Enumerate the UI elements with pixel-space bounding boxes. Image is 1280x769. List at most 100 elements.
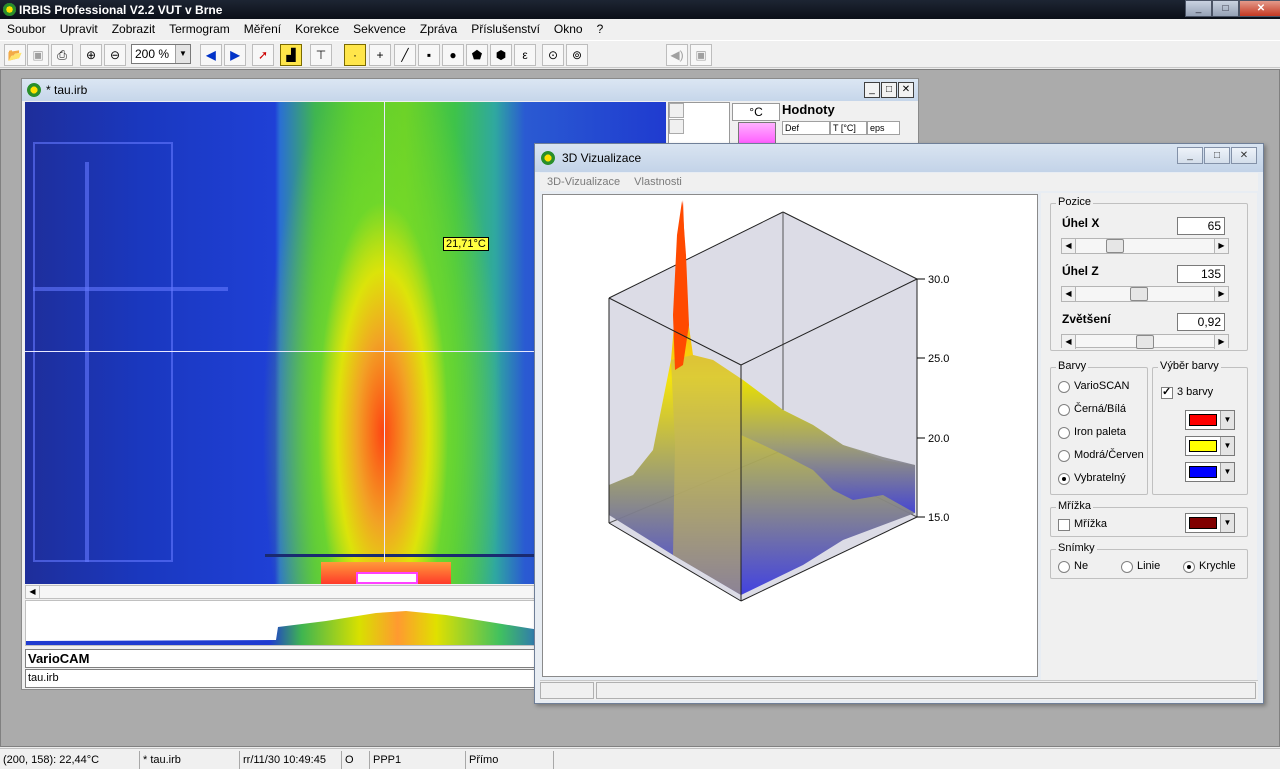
3d-plot-area[interactable]: 30.0 25.0 20.0 15.0 [542, 194, 1038, 677]
zvetseni-input[interactable]: 0,92 [1177, 313, 1225, 331]
radio-snimky-1[interactable]: Linie [1121, 560, 1160, 573]
radio-barvy-3[interactable]: Modrá/Červen [1058, 449, 1144, 462]
grid-color-select[interactable]: ▼ [1185, 513, 1235, 533]
radio-barvy-4[interactable]: Vybratelný [1058, 472, 1126, 485]
uhel-x-slider[interactable]: ◀ ▶ [1061, 238, 1229, 254]
dialog-maximize-button[interactable]: □ [1204, 147, 1230, 164]
thermogram-icon [27, 83, 41, 97]
rectangle-icon[interactable]: ▪ [418, 44, 440, 66]
uhel-z-input[interactable]: 135 [1177, 265, 1225, 283]
minimize-button[interactable]: _ [1185, 0, 1212, 17]
slider-left-icon[interactable]: ◀ [1062, 239, 1076, 253]
chevron-down-icon[interactable]: ▼ [175, 45, 190, 63]
menu-termogram[interactable]: Termogram [162, 19, 237, 40]
close-button[interactable]: ✕ [1239, 0, 1280, 17]
zoom-select[interactable]: 200 % ▼ [131, 44, 191, 64]
prev-frame-icon[interactable]: ◀ [200, 44, 222, 66]
dialog-titlebar[interactable]: 3D Vizualizace _ □ ✕ [535, 144, 1263, 172]
child-maximize-button[interactable]: □ [881, 82, 897, 98]
dialog-close-button[interactable]: ✕ [1231, 147, 1257, 164]
menu-mereni[interactable]: Měření [237, 19, 288, 40]
chevron-down-icon[interactable]: ▼ [1220, 514, 1234, 532]
radio-barvy-1[interactable]: Černá/Bílá [1058, 403, 1126, 416]
slider-right-icon[interactable]: ▶ [1214, 287, 1228, 301]
slider-right-icon[interactable]: ▶ [1214, 335, 1228, 349]
zoom-out-icon[interactable]: ⊖ [104, 44, 126, 66]
menu-upravit[interactable]: Upravit [53, 19, 105, 40]
color-select-3[interactable]: ▼ [1185, 462, 1235, 482]
menu-prislusenstvi[interactable]: Příslušenství [464, 19, 547, 40]
speaker-icon[interactable]: ◀) [666, 44, 688, 66]
menu-korekce[interactable]: Korekce [288, 19, 346, 40]
save-icon[interactable]: ▣ [27, 44, 49, 66]
slider-left-icon[interactable]: ◀ [1062, 287, 1076, 301]
menu-help[interactable]: ? [590, 19, 611, 40]
radio-barvy-2[interactable]: Iron paleta [1058, 426, 1126, 439]
status-datetime: rr/11/30 10:49:45 [240, 751, 342, 769]
print-icon[interactable]: ⎙ [51, 44, 73, 66]
dialog-status-cell [596, 682, 1256, 699]
background-frame-post [85, 162, 89, 562]
scale-down-button[interactable] [669, 119, 684, 134]
dialog-minimize-button[interactable]: _ [1177, 147, 1203, 164]
histogram-icon[interactable]: ▟ [280, 44, 302, 66]
maximize-button[interactable]: □ [1212, 0, 1239, 17]
menu-soubor[interactable]: Soubor [0, 19, 53, 40]
measurement-point-label[interactable]: 21,71°C [443, 237, 489, 251]
uhel-x-input[interactable]: 65 [1177, 217, 1225, 235]
control-panel: Pozice Úhel X 65 ◀ ▶ Úhel Z 135 ◀ ▶ Zvět… [1041, 193, 1257, 683]
camera-icon[interactable]: ▣ [690, 44, 712, 66]
zoom-in-icon[interactable]: ⊕ [80, 44, 102, 66]
open-folder-icon[interactable]: 📂 [4, 44, 26, 66]
search-area-icon[interactable]: ⊚ [566, 44, 588, 66]
app-title: IRBIS Professional V2.2 VUT v Brne [19, 3, 223, 17]
scale-up-button[interactable] [669, 103, 684, 118]
zvetseni-slider[interactable]: ◀ ▶ [1061, 334, 1229, 349]
next-frame-icon[interactable]: ▶ [224, 44, 246, 66]
dialog-status-cell [540, 682, 594, 699]
zvetseni-thumb[interactable] [1136, 335, 1154, 349]
crosshair-vertical[interactable] [384, 102, 385, 584]
child-close-button[interactable]: ✕ [898, 82, 914, 98]
chevron-down-icon[interactable]: ▼ [1220, 463, 1234, 481]
scroll-left-icon[interactable]: ◀ [26, 586, 40, 598]
3d-visualization-dialog: 3D Vizualizace _ □ ✕ 3D-Vizualizace Vlas… [534, 143, 1264, 704]
menu-zobrazit[interactable]: Zobrazit [105, 19, 162, 40]
child-minimize-button[interactable]: _ [864, 82, 880, 98]
thermogram-window-titlebar[interactable]: * tau.irb _ □ ✕ [22, 79, 918, 101]
radio-snimky-0[interactable]: Ne [1058, 560, 1088, 573]
grid-checkbox[interactable]: Mřížka [1058, 518, 1107, 531]
color-select-1[interactable]: ▼ [1185, 410, 1235, 430]
add-point-icon[interactable]: + [369, 44, 391, 66]
measure-point-icon[interactable]: · [344, 44, 366, 66]
menu-zprava[interactable]: Zpráva [413, 19, 464, 40]
slider-left-icon[interactable]: ◀ [1062, 335, 1076, 349]
three-colors-checkbox[interactable]: 3 barvy [1161, 385, 1213, 399]
pointer-icon[interactable]: ➚ [252, 44, 274, 66]
polygon-icon[interactable]: ⬟ [466, 44, 488, 66]
radio-barvy-0[interactable]: VarioSCAN [1058, 380, 1129, 393]
radio-snimky-2[interactable]: Krychle [1183, 560, 1236, 573]
menu-3d-vizualizace[interactable]: 3D-Vizualizace [540, 173, 627, 191]
scale-icon[interactable]: ⊤ [310, 44, 332, 66]
menu-sekvence[interactable]: Sekvence [346, 19, 413, 40]
uhel-z-slider[interactable]: ◀ ▶ [1061, 286, 1229, 302]
dialog-statusbar [540, 680, 1258, 700]
uhel-x-thumb[interactable] [1106, 239, 1124, 253]
slider-right-icon[interactable]: ▶ [1214, 239, 1228, 253]
group-mrizka-label: Mřížka [1056, 500, 1093, 512]
ellipse-icon[interactable]: ● [442, 44, 464, 66]
chevron-down-icon[interactable]: ▼ [1220, 437, 1234, 455]
search-icon[interactable]: ⊙ [542, 44, 564, 66]
menu-okno[interactable]: Okno [547, 19, 590, 40]
z-tick-label: 20.0 [928, 433, 949, 445]
values-title: Hodnoty [782, 102, 835, 117]
menu-vlastnosti[interactable]: Vlastnosti [627, 173, 689, 191]
group-pozice: Pozice Úhel X 65 ◀ ▶ Úhel Z 135 ◀ ▶ Zvět… [1050, 196, 1248, 351]
chevron-down-icon[interactable]: ▼ [1220, 411, 1234, 429]
epsilon-button[interactable]: ε [514, 44, 536, 66]
color-select-2[interactable]: ▼ [1185, 436, 1235, 456]
line-icon[interactable]: ╱ [394, 44, 416, 66]
polyline-icon[interactable]: ⬢ [490, 44, 512, 66]
uhel-z-thumb[interactable] [1130, 287, 1148, 301]
